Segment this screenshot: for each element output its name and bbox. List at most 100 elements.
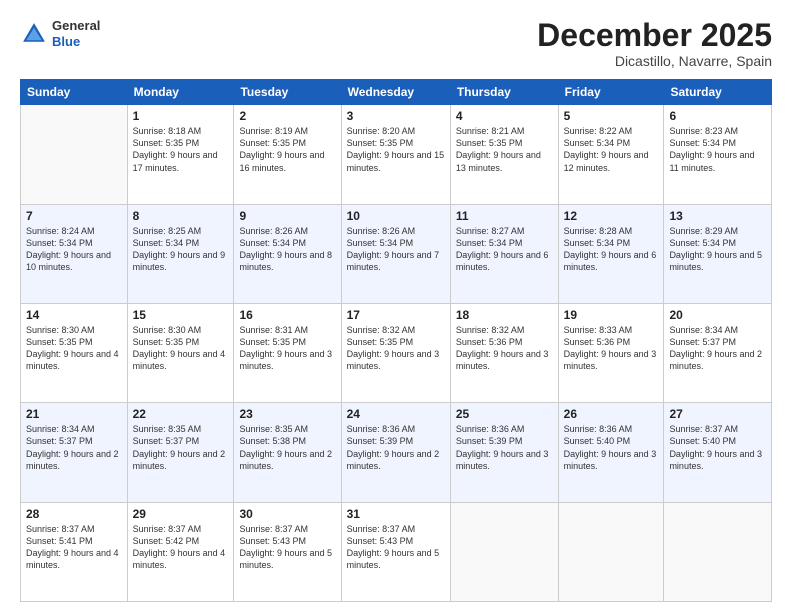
calendar-day-cell: 28 Sunrise: 8:37 AMSunset: 5:41 PMDayligh… xyxy=(21,502,128,601)
calendar-day-cell: 31 Sunrise: 8:37 AMSunset: 5:43 PMDayligh… xyxy=(341,502,450,601)
calendar-day-cell: 27 Sunrise: 8:37 AMSunset: 5:40 PMDayligh… xyxy=(664,403,772,502)
calendar-day-cell: 9Sunrise: 8:26 AMSunset: 5:34 PMDaylight… xyxy=(234,204,341,303)
day-number: 16 xyxy=(239,308,335,322)
day-number: 26 xyxy=(564,407,659,421)
calendar-day-cell: 6 Sunrise: 8:23 AMSunset: 5:34 PMDaylight… xyxy=(664,105,772,204)
day-info: Sunrise: 8:23 AMSunset: 5:34 PMDaylight:… xyxy=(669,125,766,174)
day-number: 1 xyxy=(133,109,229,123)
calendar-day-cell xyxy=(450,502,558,601)
calendar-day-cell: 14 Sunrise: 8:30 AMSunset: 5:35 PMDayligh… xyxy=(21,303,128,402)
day-number: 13 xyxy=(669,209,766,223)
day-number: 3 xyxy=(347,109,445,123)
day-info: Sunrise: 8:26 AMSunset: 5:34 PMDaylight:… xyxy=(347,225,445,274)
calendar-week-row: 7 Sunrise: 8:24 AMSunset: 5:34 PMDaylight… xyxy=(21,204,772,303)
day-number: 27 xyxy=(669,407,766,421)
calendar-day-cell: 16 Sunrise: 8:31 AMSunset: 5:35 PMDayligh… xyxy=(234,303,341,402)
day-info: Sunrise: 8:37 AMSunset: 5:41 PMDaylight:… xyxy=(26,523,122,572)
day-number: 14 xyxy=(26,308,122,322)
calendar-day-cell: 23Sunrise: 8:35 AMSunset: 5:38 PMDayligh… xyxy=(234,403,341,502)
day-number: 10 xyxy=(347,209,445,223)
day-number: 19 xyxy=(564,308,659,322)
calendar-day-cell: 25 Sunrise: 8:36 AMSunset: 5:39 PMDayligh… xyxy=(450,403,558,502)
logo: General Blue xyxy=(20,18,100,49)
calendar-day-cell: 13 Sunrise: 8:29 AMSunset: 5:34 PMDayligh… xyxy=(664,204,772,303)
day-number: 20 xyxy=(669,308,766,322)
calendar-day-cell: 24Sunrise: 8:36 AMSunset: 5:39 PMDayligh… xyxy=(341,403,450,502)
calendar-day-cell: 12 Sunrise: 8:28 AMSunset: 5:34 PMDayligh… xyxy=(558,204,664,303)
day-number: 5 xyxy=(564,109,659,123)
calendar-day-cell xyxy=(558,502,664,601)
col-monday: Monday xyxy=(127,80,234,105)
calendar-day-cell xyxy=(21,105,128,204)
col-thursday: Thursday xyxy=(450,80,558,105)
calendar-day-cell xyxy=(664,502,772,601)
day-info: Sunrise: 8:22 AMSunset: 5:34 PMDaylight:… xyxy=(564,125,659,174)
day-number: 18 xyxy=(456,308,553,322)
day-info: Sunrise: 8:25 AMSunset: 5:34 PMDaylight:… xyxy=(133,225,229,274)
calendar-day-cell: 2 Sunrise: 8:19 AMSunset: 5:35 PMDaylight… xyxy=(234,105,341,204)
day-info: Sunrise: 8:37 AMSunset: 5:43 PMDaylight:… xyxy=(347,523,445,572)
day-number: 8 xyxy=(133,209,229,223)
calendar-table: Sunday Monday Tuesday Wednesday Thursday… xyxy=(20,79,772,602)
calendar-day-cell: 15Sunrise: 8:30 AMSunset: 5:35 PMDayligh… xyxy=(127,303,234,402)
location: Dicastillo, Navarre, Spain xyxy=(537,53,772,69)
calendar-day-cell: 30 Sunrise: 8:37 AMSunset: 5:43 PMDayligh… xyxy=(234,502,341,601)
calendar-day-cell: 21Sunrise: 8:34 AMSunset: 5:37 PMDayligh… xyxy=(21,403,128,502)
day-info: Sunrise: 8:29 AMSunset: 5:34 PMDaylight:… xyxy=(669,225,766,274)
day-number: 25 xyxy=(456,407,553,421)
calendar-header-row: Sunday Monday Tuesday Wednesday Thursday… xyxy=(21,80,772,105)
day-info: Sunrise: 8:34 AMSunset: 5:37 PMDaylight:… xyxy=(669,324,766,373)
day-number: 30 xyxy=(239,507,335,521)
title-block: December 2025 Dicastillo, Navarre, Spain xyxy=(537,18,772,69)
day-info: Sunrise: 8:36 AMSunset: 5:39 PMDaylight:… xyxy=(347,423,445,472)
day-number: 23 xyxy=(239,407,335,421)
col-sunday: Sunday xyxy=(21,80,128,105)
day-number: 2 xyxy=(239,109,335,123)
col-saturday: Saturday xyxy=(664,80,772,105)
day-info: Sunrise: 8:37 AMSunset: 5:40 PMDaylight:… xyxy=(669,423,766,472)
day-info: Sunrise: 8:36 AMSunset: 5:40 PMDaylight:… xyxy=(564,423,659,472)
day-number: 17 xyxy=(347,308,445,322)
calendar-week-row: 1Sunrise: 8:18 AMSunset: 5:35 PMDaylight… xyxy=(21,105,772,204)
calendar-day-cell: 26 Sunrise: 8:36 AMSunset: 5:40 PMDayligh… xyxy=(558,403,664,502)
calendar-day-cell: 19Sunrise: 8:33 AMSunset: 5:36 PMDayligh… xyxy=(558,303,664,402)
month-title: December 2025 xyxy=(537,18,772,53)
day-info: Sunrise: 8:28 AMSunset: 5:34 PMDaylight:… xyxy=(564,225,659,274)
day-number: 6 xyxy=(669,109,766,123)
day-info: Sunrise: 8:32 AMSunset: 5:36 PMDaylight:… xyxy=(456,324,553,373)
logo-text: General Blue xyxy=(52,18,100,49)
day-info: Sunrise: 8:20 AMSunset: 5:35 PMDaylight:… xyxy=(347,125,445,174)
calendar-day-cell: 18 Sunrise: 8:32 AMSunset: 5:36 PMDayligh… xyxy=(450,303,558,402)
day-info: Sunrise: 8:31 AMSunset: 5:35 PMDaylight:… xyxy=(239,324,335,373)
day-info: Sunrise: 8:19 AMSunset: 5:35 PMDaylight:… xyxy=(239,125,335,174)
day-info: Sunrise: 8:35 AMSunset: 5:37 PMDaylight:… xyxy=(133,423,229,472)
day-info: Sunrise: 8:32 AMSunset: 5:35 PMDaylight:… xyxy=(347,324,445,373)
day-info: Sunrise: 8:30 AMSunset: 5:35 PMDaylight:… xyxy=(26,324,122,373)
day-number: 12 xyxy=(564,209,659,223)
calendar-day-cell: 29 Sunrise: 8:37 AMSunset: 5:42 PMDayligh… xyxy=(127,502,234,601)
logo-general: General xyxy=(52,18,100,34)
calendar-week-row: 28 Sunrise: 8:37 AMSunset: 5:41 PMDayligh… xyxy=(21,502,772,601)
day-info: Sunrise: 8:37 AMSunset: 5:42 PMDaylight:… xyxy=(133,523,229,572)
calendar-day-cell: 11Sunrise: 8:27 AMSunset: 5:34 PMDayligh… xyxy=(450,204,558,303)
day-number: 7 xyxy=(26,209,122,223)
calendar-day-cell: 1Sunrise: 8:18 AMSunset: 5:35 PMDaylight… xyxy=(127,105,234,204)
col-wednesday: Wednesday xyxy=(341,80,450,105)
day-info: Sunrise: 8:36 AMSunset: 5:39 PMDaylight:… xyxy=(456,423,553,472)
calendar-day-cell: 7 Sunrise: 8:24 AMSunset: 5:34 PMDaylight… xyxy=(21,204,128,303)
logo-blue: Blue xyxy=(52,34,100,50)
calendar-day-cell: 4Sunrise: 8:21 AMSunset: 5:35 PMDaylight… xyxy=(450,105,558,204)
day-number: 9 xyxy=(239,209,335,223)
day-number: 22 xyxy=(133,407,229,421)
calendar-day-cell: 20 Sunrise: 8:34 AMSunset: 5:37 PMDayligh… xyxy=(664,303,772,402)
day-number: 21 xyxy=(26,407,122,421)
day-info: Sunrise: 8:37 AMSunset: 5:43 PMDaylight:… xyxy=(239,523,335,572)
day-info: Sunrise: 8:27 AMSunset: 5:34 PMDaylight:… xyxy=(456,225,553,274)
day-number: 29 xyxy=(133,507,229,521)
calendar-day-cell: 3 Sunrise: 8:20 AMSunset: 5:35 PMDaylight… xyxy=(341,105,450,204)
calendar-day-cell: 22 Sunrise: 8:35 AMSunset: 5:37 PMDayligh… xyxy=(127,403,234,502)
calendar-day-cell: 8 Sunrise: 8:25 AMSunset: 5:34 PMDaylight… xyxy=(127,204,234,303)
day-number: 28 xyxy=(26,507,122,521)
day-number: 31 xyxy=(347,507,445,521)
day-info: Sunrise: 8:24 AMSunset: 5:34 PMDaylight:… xyxy=(26,225,122,274)
